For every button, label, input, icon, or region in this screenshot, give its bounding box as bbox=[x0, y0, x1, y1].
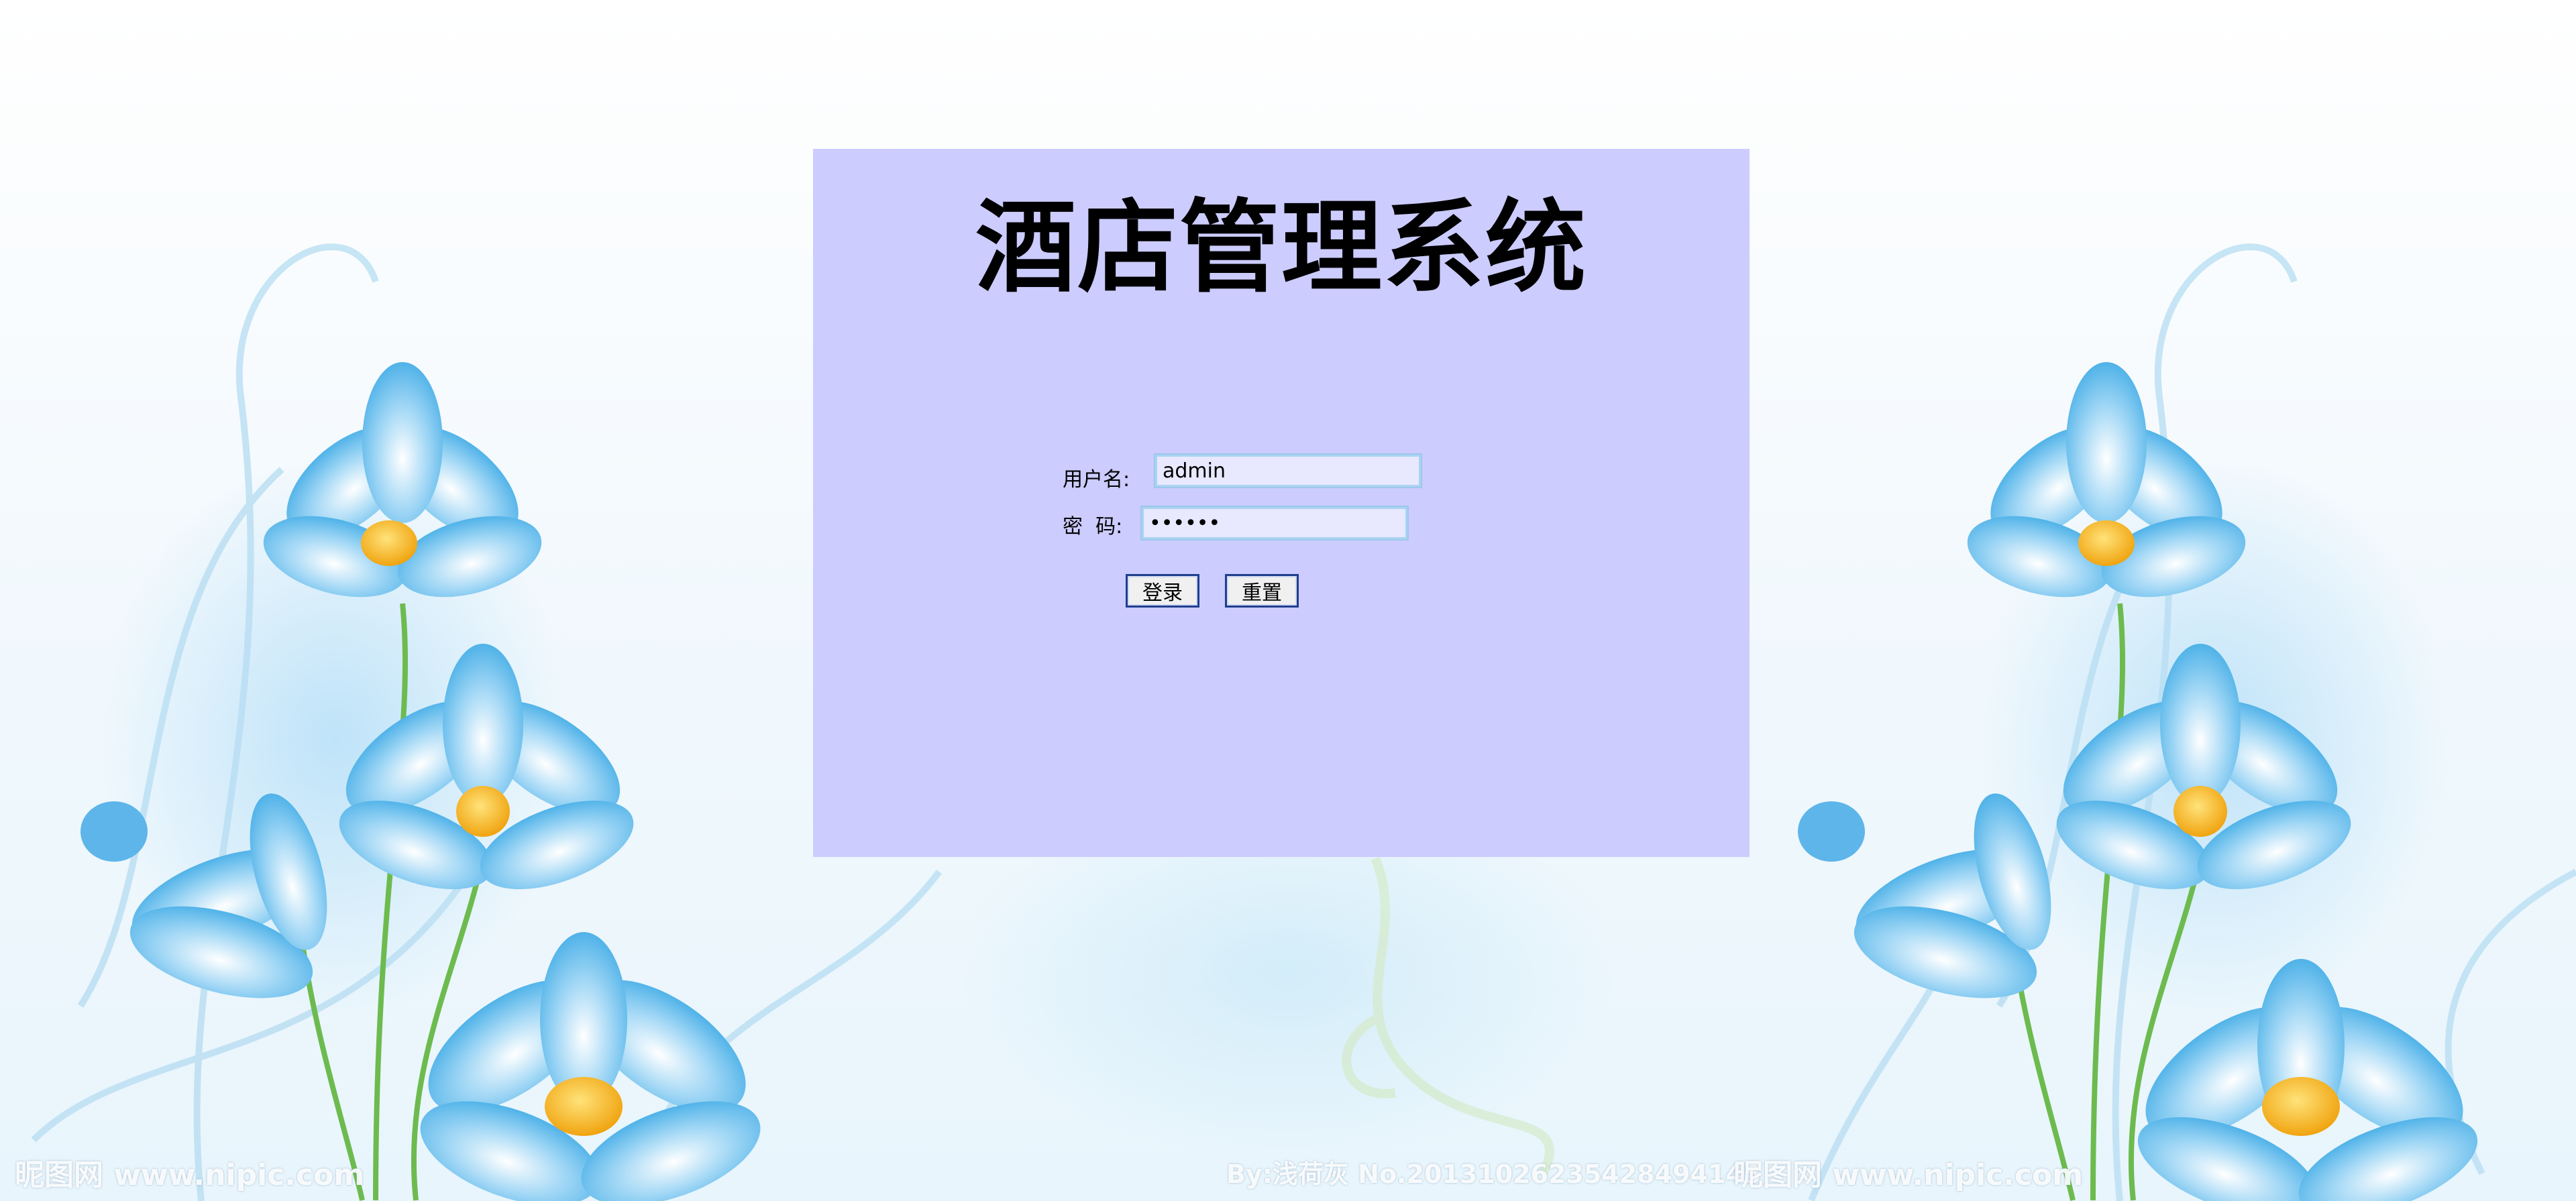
watermark-left: 昵图网 www.nipic.com bbox=[15, 1158, 365, 1192]
right-flower-side bbox=[1798, 793, 2051, 998]
app-title: 酒店管理系统 bbox=[975, 190, 1587, 306]
watermark-center: By:浅荷灰 No.20131026235428494145 bbox=[1226, 1159, 1762, 1189]
username-label: 用户名: bbox=[1063, 468, 1130, 492]
center-swirl bbox=[1342, 856, 1554, 1176]
password-input[interactable] bbox=[1140, 506, 1409, 540]
right-flower-top bbox=[1967, 362, 2246, 597]
left-flower-top bbox=[263, 362, 542, 597]
left-flower-bottom bbox=[420, 932, 761, 1201]
right-flower-bottom bbox=[2137, 959, 2478, 1201]
password-label: 密 码: bbox=[1063, 515, 1123, 538]
left-flower-side bbox=[80, 793, 327, 998]
login-panel: 酒店管理系统 用户名: 密 码: 登录 重置 bbox=[813, 149, 1750, 857]
watermark-right: 昵图网 www.nipic.com bbox=[1733, 1158, 2084, 1192]
username-input[interactable] bbox=[1154, 453, 1422, 488]
reset-button[interactable]: 重置 bbox=[1225, 574, 1299, 608]
left-flower-middle bbox=[339, 644, 634, 889]
login-page: 酒店管理系统 用户名: 密 码: 登录 重置 昵图网 www.nipic.com… bbox=[0, 0, 2576, 1201]
login-button[interactable]: 登录 bbox=[1126, 574, 1199, 608]
